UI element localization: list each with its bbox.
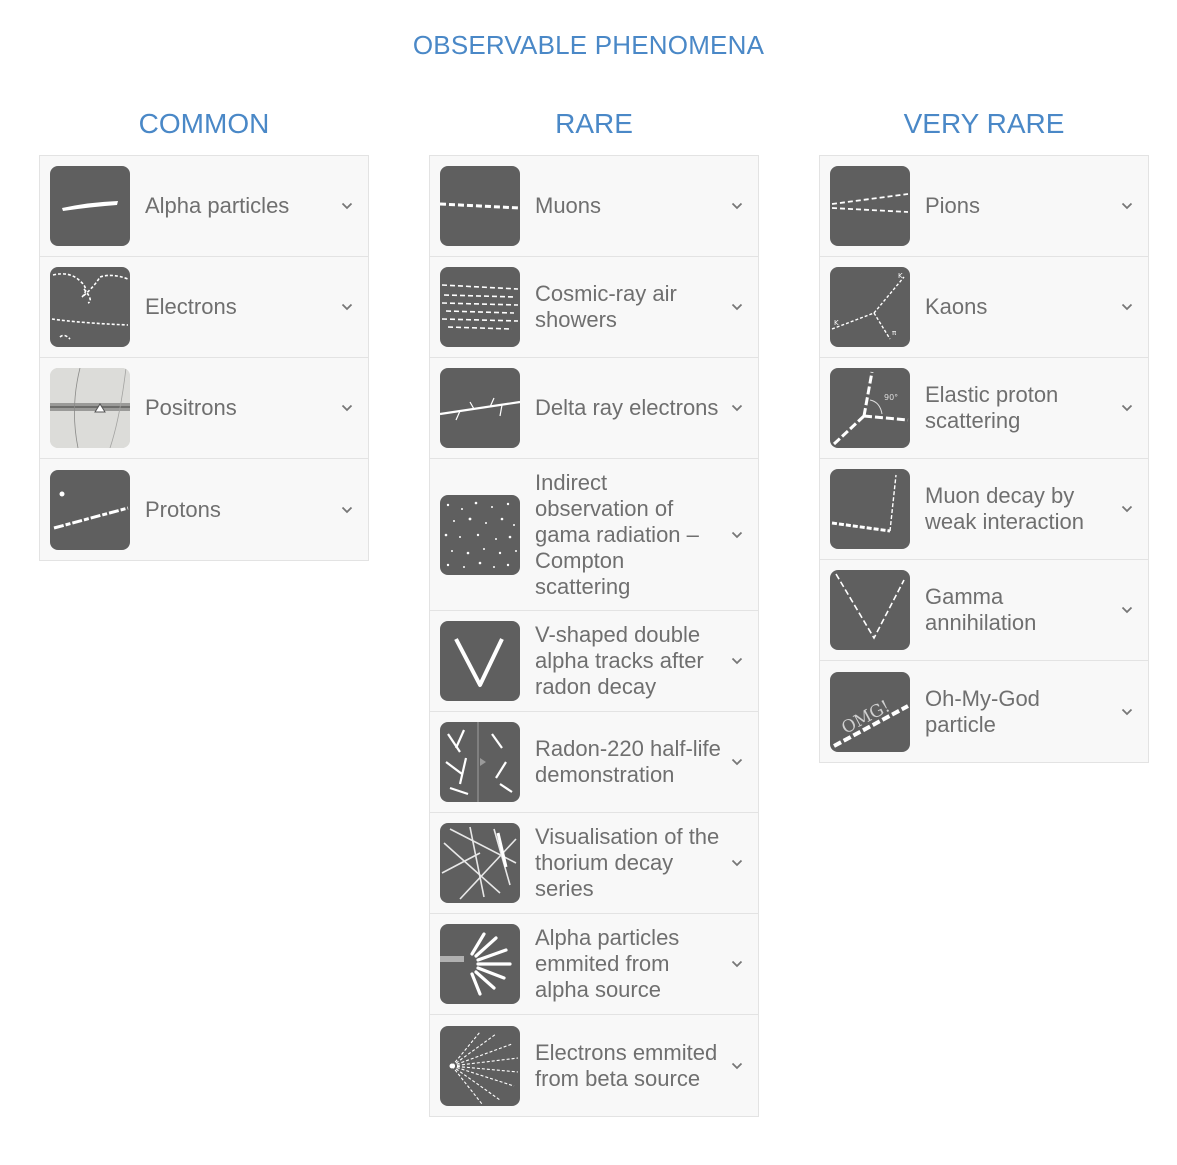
list-item-kaons[interactable]: K Kπ Kaons [820, 257, 1148, 358]
item-label: Cosmic-ray air showers [535, 281, 677, 332]
item-label: Kaons [925, 294, 988, 319]
chevron-down-icon[interactable] [730, 654, 744, 668]
thorium-decay-icon [440, 823, 520, 903]
item-label: Elastic proton scattering [925, 382, 1059, 433]
chevron-down-icon[interactable] [730, 401, 744, 415]
list-item-delta-ray[interactable]: Delta ray electrons [430, 358, 758, 459]
item-label: Visualisation of the thorium decay serie… [535, 824, 720, 901]
page-title: OBSERVABLE PHENOMENA [412, 30, 765, 60]
proton-track-icon [50, 469, 130, 550]
item-label: Muons [535, 193, 602, 218]
chevron-down-icon[interactable] [1120, 300, 1134, 314]
v-alpha-tracks-icon [440, 621, 520, 701]
item-label: Alpha particles [145, 193, 290, 218]
item-label: V-shaped double alpha tracks after radon… [535, 622, 704, 699]
column-common: COMMON Alpha particles Electrons Positro… [39, 107, 369, 561]
chevron-down-icon[interactable] [340, 401, 354, 415]
list-item-positrons[interactable]: Positrons [40, 358, 368, 459]
chevron-down-icon[interactable] [730, 300, 744, 314]
chevron-down-icon[interactable] [340, 300, 354, 314]
item-label: Oh-My-God particle [925, 685, 1040, 737]
chevron-down-icon[interactable] [730, 755, 744, 769]
chevron-down-icon[interactable] [1120, 502, 1134, 516]
air-shower-icon [440, 267, 520, 347]
list-item-gamma-annihilation[interactable]: Gamma annihilation [820, 560, 1148, 661]
muon-decay-icon [830, 469, 910, 549]
chevron-down-icon[interactable] [340, 199, 354, 213]
alpha-source-icon [440, 924, 520, 1004]
list-item-radon[interactable]: Radon-220 half-life demonstration [430, 712, 758, 813]
column-very-rare: VERY RARE Pions K Kπ Kaons 90° Elastic pr… [819, 107, 1149, 763]
kaon-k1-label: K [898, 272, 903, 280]
item-label: Alpha particles emmited from alpha sourc… [535, 925, 680, 1002]
item-label: Electrons emmited from beta source [535, 1039, 718, 1091]
list-item-muons[interactable]: Muons [430, 156, 758, 257]
chevron-down-icon[interactable] [1120, 705, 1134, 719]
item-label: Delta ray electrons [535, 395, 719, 420]
chevron-down-icon[interactable] [1120, 603, 1134, 617]
list-item-compton[interactable]: Indirect observation of gama radiation –… [430, 459, 758, 611]
item-label: Protons [145, 496, 221, 522]
positron-photo-icon [50, 368, 130, 448]
chevron-down-icon[interactable] [730, 1059, 744, 1073]
list-item-omg-particle[interactable]: OMG! Oh-My-God particle [820, 661, 1148, 762]
item-label: Radon-220 half-life demonstration [535, 736, 721, 787]
chevron-down-icon[interactable] [340, 503, 354, 517]
list-item-protons[interactable]: Protons [40, 459, 368, 560]
column-rare: RARE Muons Cosmic-ray air showers Delta … [429, 107, 759, 1117]
list-item-electrons[interactable]: Electrons [40, 257, 368, 358]
kaon-pi-label: π [892, 329, 897, 337]
list-item-alpha-source[interactable]: Alpha particles emmited from alpha sourc… [430, 914, 758, 1015]
chevron-down-icon[interactable] [730, 199, 744, 213]
radon-halflife-icon [440, 722, 520, 802]
list-item-pions[interactable]: Pions [820, 156, 1148, 257]
compton-scatter-icon [440, 494, 520, 575]
item-label: Indirect observation of gama radiation –… [535, 469, 699, 599]
item-label: Gamma annihilation [925, 584, 1037, 635]
proton-scatter-icon: 90° [830, 368, 910, 448]
phenomena-list-very-rare: Pions K Kπ Kaons 90° Elastic proton scatt… [819, 155, 1149, 763]
phenomena-list-common: Alpha particles Electrons Positrons Prot… [39, 155, 369, 561]
column-heading-very-rare: VERY RARE [903, 108, 1065, 139]
phenomena-list-rare: Muons Cosmic-ray air showers Delta ray e… [429, 155, 759, 1117]
list-item-proton-scattering[interactable]: 90° Elastic proton scattering [820, 358, 1148, 459]
muon-track-icon [440, 166, 520, 246]
alpha-track-icon [50, 166, 130, 246]
item-label: Electrons [145, 294, 237, 319]
chevron-down-icon[interactable] [730, 957, 744, 971]
kaon-k2-label: K [834, 319, 839, 327]
chevron-down-icon[interactable] [1120, 199, 1134, 213]
list-item-muon-decay[interactable]: Muon decay by weak interaction [820, 459, 1148, 560]
chevron-down-icon[interactable] [730, 856, 744, 870]
list-item-alpha-particles[interactable]: Alpha particles [40, 156, 368, 257]
gamma-annihilation-icon [830, 570, 910, 650]
omg-particle-icon: OMG! [830, 671, 910, 752]
item-label: Pions [925, 193, 981, 218]
electron-track-icon [50, 267, 130, 347]
item-label: Positrons [145, 395, 237, 420]
list-item-beta-source[interactable]: Electrons emmited from beta source [430, 1015, 758, 1116]
pion-track-icon [830, 166, 910, 246]
column-heading-rare: RARE [555, 108, 633, 139]
chevron-down-icon[interactable] [730, 528, 744, 542]
item-label: Muon decay by weak interaction [925, 483, 1084, 534]
angle-label: 90° [884, 393, 898, 402]
list-item-thorium[interactable]: Visualisation of the thorium decay serie… [430, 813, 758, 914]
beta-source-icon [440, 1025, 520, 1106]
chevron-down-icon[interactable] [1120, 401, 1134, 415]
kaon-decay-icon: K Kπ [830, 267, 910, 347]
column-heading-common: COMMON [138, 108, 270, 139]
list-item-v-alpha[interactable]: V-shaped double alpha tracks after radon… [430, 611, 758, 712]
list-item-air-showers[interactable]: Cosmic-ray air showers [430, 257, 758, 358]
delta-ray-icon [440, 368, 520, 448]
